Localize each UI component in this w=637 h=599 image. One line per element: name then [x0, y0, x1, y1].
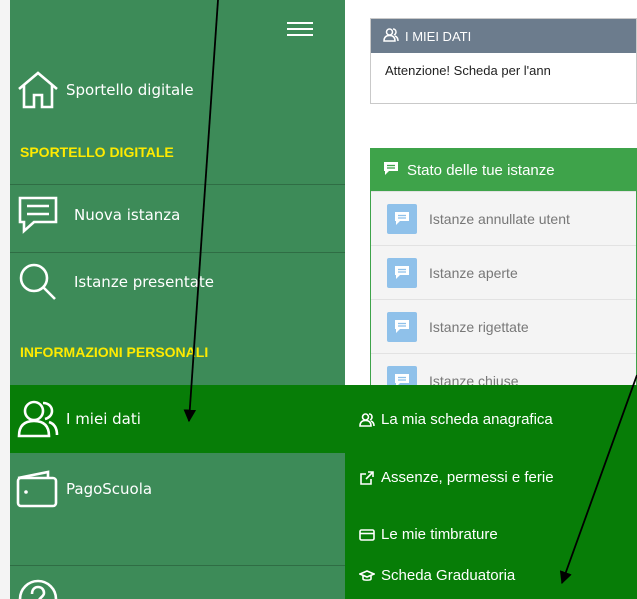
status-row[interactable]: Istanze aperte [371, 245, 636, 299]
sidebar-item-miei-dati[interactable]: I miei dati [10, 397, 345, 441]
sidebar-item-label: PagoScuola [66, 480, 153, 498]
miei-dati-dropdown-menu: La mia scheda anagrafica Assenze, permes… [345, 385, 637, 599]
search-icon [10, 260, 66, 304]
help-icon [10, 577, 66, 599]
section-header-sportello: SPORTELLO DIGITALE [20, 144, 174, 160]
divider [10, 252, 345, 253]
comment-icon [10, 193, 66, 237]
sidebar-item-istanze-presentate[interactable]: Istanze presentate [10, 260, 345, 304]
menu-item-assenze[interactable]: Assenze, permessi e ferie [359, 469, 554, 486]
users-icon [359, 412, 375, 427]
menu-item-label: Le mie timbrature [381, 526, 498, 543]
divider [10, 184, 345, 185]
comment-icon [387, 311, 417, 342]
status-row[interactable]: Istanze rigettate [371, 299, 636, 353]
menu-item-scheda-graduatoria[interactable]: Scheda Graduatoria [359, 567, 515, 584]
divider [10, 565, 345, 566]
sidebar-item-label: I miei dati [66, 410, 141, 428]
comment-icon [387, 203, 417, 234]
panel-message: Attenzione! Scheda per l'ann [385, 63, 551, 78]
comment-icon [383, 161, 399, 180]
menu-item-label: La mia scheda anagrafica [381, 411, 553, 428]
section-header-informazioni: INFORMAZIONI PERSONALI [20, 344, 209, 360]
home-icon [10, 68, 66, 112]
sidebar-item-nuova-istanza[interactable]: Nuova istanza [10, 193, 345, 237]
sidebar-item-supporto[interactable]: S [10, 576, 345, 599]
sidebar-item-sportello-digitale[interactable]: Sportello digitale [10, 68, 345, 112]
users-icon [383, 27, 399, 46]
card-icon [359, 528, 375, 541]
miei-dati-panel-header: I MIEI DATI [371, 19, 636, 53]
menu-item-label: Assenze, permessi e ferie [381, 469, 554, 486]
menu-item-scheda-anagrafica[interactable]: La mia scheda anagrafica [359, 411, 553, 428]
status-row[interactable]: Istanze annullate utent [371, 191, 636, 245]
users-icon [10, 397, 66, 441]
sidebar-item-label: Sportello digitale [66, 81, 194, 99]
external-link-icon [360, 470, 374, 485]
miei-dati-panel: I MIEI DATI Attenzione! Scheda per l'ann [370, 18, 637, 104]
sidebar-item-pagoscuola[interactable]: PagoScuola [10, 467, 345, 511]
sidebar-item-label: Nuova istanza [74, 206, 181, 224]
hamburger-menu-icon[interactable] [287, 22, 313, 40]
wallet-icon [10, 467, 66, 511]
stato-istanze-panel-header: Stato delle tue istanze [371, 149, 636, 191]
stato-istanze-panel: Stato delle tue istanze Istanze annullat… [370, 148, 637, 400]
sidebar: Sportello digitale SPORTELLO DIGITALE Nu… [0, 0, 345, 599]
status-row-label: Istanze rigettate [429, 318, 529, 335]
status-row-label: Istanze annullate utent [429, 210, 570, 227]
panel-title: Stato delle tue istanze [407, 161, 555, 179]
sidebar-item-label: Istanze presentate [74, 273, 215, 291]
menu-item-timbrature[interactable]: Le mie timbrature [359, 526, 498, 543]
menu-item-label: Scheda Graduatoria [381, 567, 516, 584]
status-row-label: Istanze aperte [429, 264, 518, 281]
panel-title: I MIEI DATI [405, 28, 472, 44]
graduation-cap-icon [359, 569, 375, 581]
comment-icon [387, 257, 417, 288]
